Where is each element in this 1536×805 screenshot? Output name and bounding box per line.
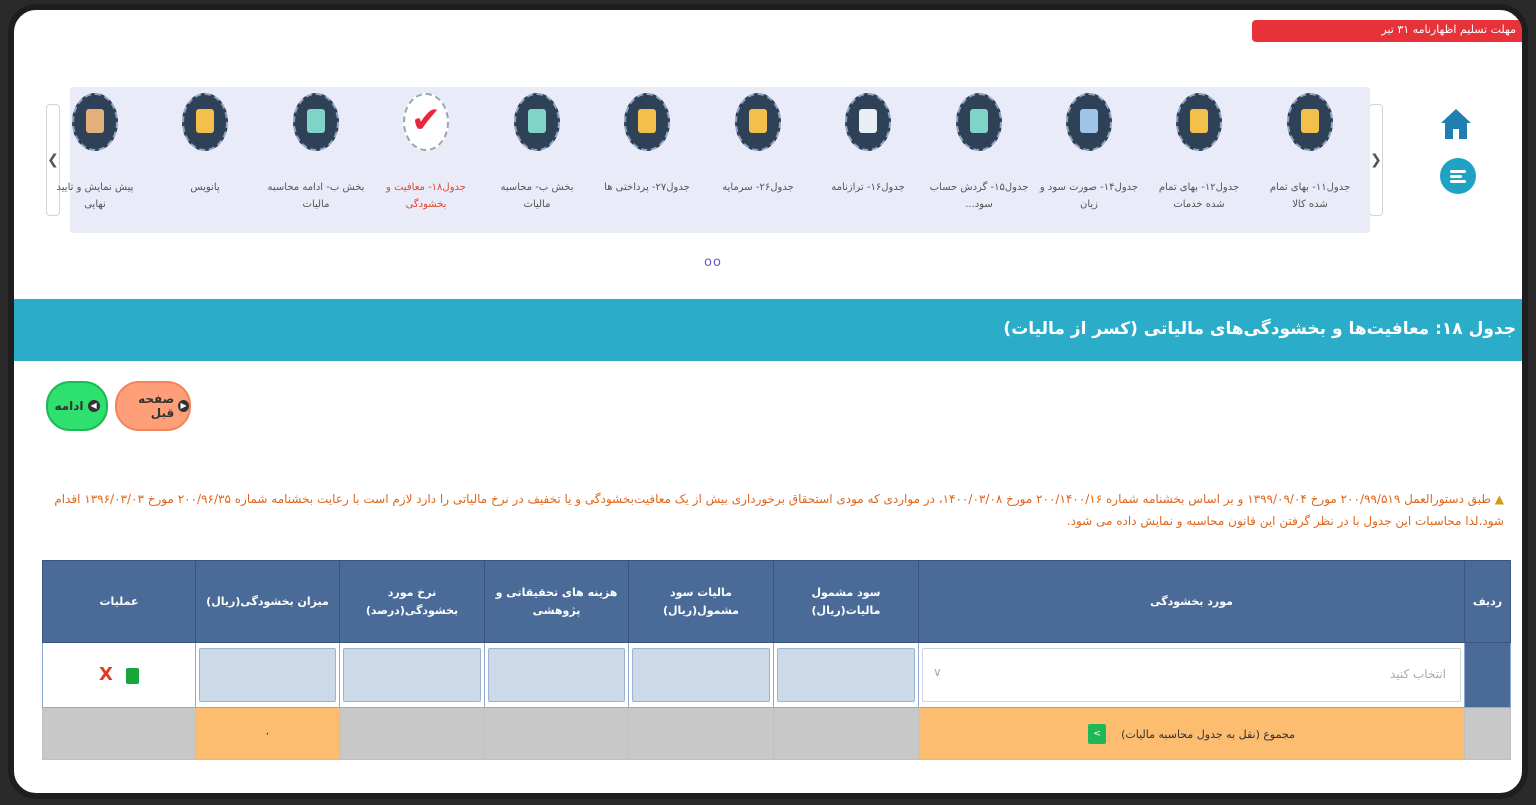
carousel-page-dots[interactable]: oo [704,255,722,270]
sum-value: ۰ [195,706,340,761]
building-hand-icon [1176,93,1222,151]
home-icon[interactable] [1438,106,1474,142]
app-window: مهلت تسلیم اظهارنامه ۳۱ تیر ❯ ❮ جدول۱۱- … [8,4,1528,799]
taxable-profit-input[interactable] [777,647,915,702]
deadline-strip: مهلت تسلیم اظهارنامه ۳۱ تیر [1252,20,1522,42]
chevron-down-icon: ∨ [933,664,942,679]
deadline-text: مهلت تسلیم اظهارنامه ۳۱ تیر [1381,23,1516,36]
exemption-rate-input[interactable] [343,647,481,702]
sum-label-cell: مجموع (نقل به جدول محاسبه مالیات) > [918,706,1465,761]
notice-text-block: ▲ طبق دستورالعمل ۲۰۰/۹۹/۵۱۹ مورخ ۱۳۹۹/۰۹… [54,488,1504,532]
exemption-item-cell: انتخاب کنید ∨ [918,642,1465,708]
notice-text: طبق دستورالعمل ۲۰۰/۹۹/۵۱۹ مورخ ۱۳۹۹/۰۹/۰… [54,492,1504,528]
warning-icon: ▲ [1494,492,1504,506]
person-document-icon [182,93,228,151]
money-bag-icon [735,93,781,151]
col-header-operations: عملیات [42,560,196,643]
carousel-next-arrow[interactable]: ❯ [1369,104,1383,216]
stamp-icon [72,93,118,151]
step-table-12[interactable]: جدول۱۲- بهای تمام شده خدمات [1145,87,1253,233]
steps-carousel: جدول۱۱- بهای تمام شده کالا جدول۱۲- بهای … [57,87,1370,233]
payments-icon [624,93,670,151]
sum-label: مجموع (نقل به جدول محاسبه مالیات) [1121,728,1295,742]
tax-monitor-icon [293,93,339,151]
balance-scale-icon [1066,93,1112,151]
step-tax-calc-continued[interactable]: بخش ب- ادامه محاسبه مالیات [262,87,370,233]
step-footnote[interactable]: پانویس [151,87,259,233]
exemptions-table: ردیف مورد بخشودگی سود مشمول مالیات(ریال)… [42,560,1511,761]
step-table-14[interactable]: جدول۱۴- صورت سود و زیان [1035,87,1143,233]
step-table-27[interactable]: جدول۲۷- پرداختی ها [593,87,701,233]
table-edit-row: انتخاب کنید ∨ X [42,642,1511,708]
select-placeholder: انتخاب کنید [1389,666,1446,681]
col-header-row-number: ردیف [1464,560,1511,643]
step-table-11[interactable]: جدول۱۱- بهای تمام شده کالا [1256,87,1364,233]
research-costs-input[interactable] [488,647,625,702]
step-preview-confirm[interactable]: پیش نمایش و تایید نهایی [41,87,149,233]
arrow-circle-icon: ◀ [87,400,100,412]
step-table-15[interactable]: جدول۱۵- گردش حساب سود... [925,87,1033,233]
step-table-26[interactable]: جدول۲۶- سرمایه [704,87,812,233]
step-tax-calc[interactable]: بخش ب- محاسبه مالیات [483,87,591,233]
section-title: جدول ۱۸: معافیت‌ها و بخشودگی‌های مالیاتی… [1003,319,1516,339]
step-table-16[interactable]: جدول۱۶- ترازنامه [814,87,922,233]
col-header-tax-on-profit: مالیات سود مشمول(ریال) [628,560,774,643]
col-header-exemption-amount: میزان بخشودگی(ریال) [195,560,340,643]
col-header-exemption-rate: نرخ مورد بخشودگی(درصد) [339,560,485,643]
arrow-circle-icon: ▶ [178,400,189,412]
menu-icon[interactable] [1440,158,1476,194]
invoice-icon [1287,93,1333,151]
tax-monitor-icon [514,93,560,151]
row-number-cell [1464,642,1511,708]
exemption-amount-input[interactable] [199,647,336,702]
table-header-row: ردیف مورد بخشودگی سود مشمول مالیات(ریال)… [42,560,1511,643]
step-table-18[interactable]: ✔ جدول۱۸- معافیت و بخشودگی [372,87,480,233]
col-header-research-costs: هزینه های تحقیقاتی و پژوهشی [484,560,629,643]
tax-on-profit-input[interactable] [632,647,770,702]
transfer-icon[interactable]: > [1088,723,1107,744]
section-header: جدول ۱۸: معافیت‌ها و بخشودگی‌های مالیاتی… [14,299,1522,361]
continue-button[interactable]: ◀ ادامه [46,381,108,431]
calculator-icon [845,93,891,151]
operations-cell: X [42,642,196,708]
save-icon[interactable] [125,667,139,684]
delete-icon[interactable]: X [99,664,113,685]
flow-icon [956,93,1002,151]
col-header-exemption-item: مورد بخشودگی [918,560,1465,643]
col-header-taxable-profit: سود مشمول مالیات(ریال) [773,560,919,643]
checkmark-icon: ✔ [403,93,449,151]
previous-page-button[interactable]: ▶ صفحه قبل [115,381,191,431]
exemption-item-select[interactable]: انتخاب کنید ∨ [922,647,1461,702]
table-sum-row: مجموع (نقل به جدول محاسبه مالیات) > ۰ [42,706,1511,761]
